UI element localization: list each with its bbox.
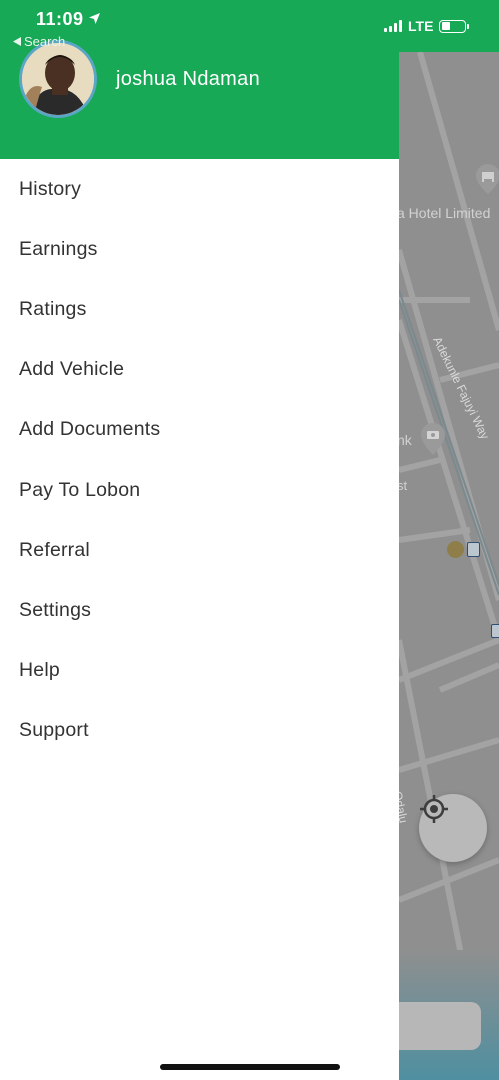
back-to-app-link[interactable]: Search — [13, 34, 65, 49]
battery-icon — [439, 19, 470, 33]
map-label-hotel: a Hotel Limited — [397, 205, 491, 221]
locate-me-button[interactable] — [419, 794, 487, 862]
bus-stop-icon[interactable] — [447, 541, 480, 558]
menu-item-support[interactable]: Support — [0, 701, 399, 761]
back-triangle-icon — [13, 34, 21, 49]
menu-item-history[interactable]: History — [0, 159, 399, 219]
cellular-signal-icon — [384, 20, 402, 32]
bank-pin-icon[interactable] — [421, 423, 445, 455]
transit-icon[interactable] — [491, 624, 499, 638]
user-photo — [22, 43, 94, 115]
network-label: LTE — [408, 18, 434, 34]
map-label-bank: nk — [397, 432, 412, 448]
avatar[interactable] — [19, 40, 97, 118]
menu-item-earnings[interactable]: Earnings — [0, 219, 399, 279]
location-arrow-icon — [88, 9, 101, 30]
home-indicator[interactable] — [160, 1064, 340, 1070]
back-label: Search — [24, 34, 66, 49]
status-time: 11:09 — [36, 9, 101, 30]
menu-item-referral[interactable]: Referral — [0, 520, 399, 580]
drawer-menu: History Earnings Ratings Add Vehicle Add… — [0, 159, 399, 761]
menu-item-add-documents[interactable]: Add Documents — [0, 400, 399, 460]
menu-item-ratings[interactable]: Ratings — [0, 279, 399, 339]
clock-label: 11:09 — [36, 9, 84, 29]
status-indicators: LTE — [384, 18, 470, 34]
navigation-drawer: joshua Ndaman History Earnings Ratings A… — [0, 0, 399, 1080]
battery-level — [441, 22, 450, 30]
menu-item-pay-to-lobon[interactable]: Pay To Lobon — [0, 460, 399, 520]
menu-item-add-vehicle[interactable]: Add Vehicle — [0, 340, 399, 400]
menu-item-help[interactable]: Help — [0, 641, 399, 701]
hotel-pin-icon[interactable] — [476, 164, 499, 194]
user-name[interactable]: joshua Ndaman — [116, 68, 260, 91]
menu-item-settings[interactable]: Settings — [0, 580, 399, 640]
